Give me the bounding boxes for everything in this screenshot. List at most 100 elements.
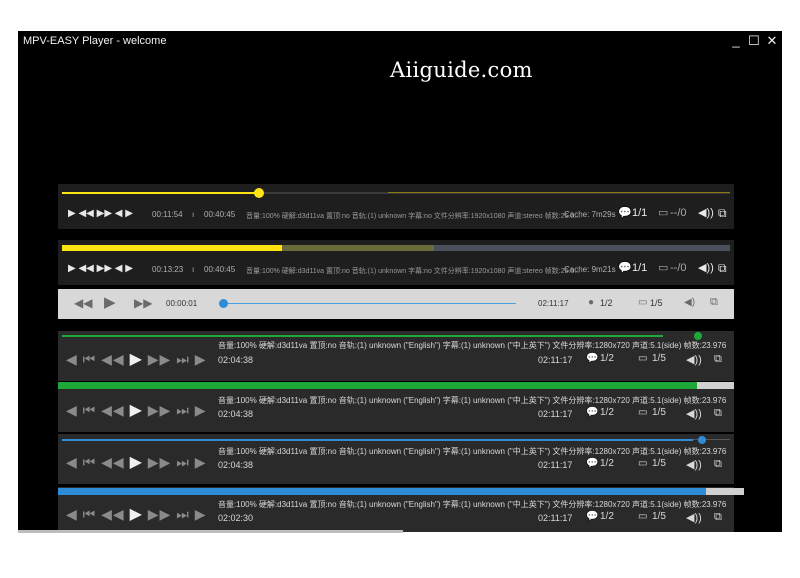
play-icon: ▶ [129, 506, 143, 523]
transport-controls[interactable]: ◀ ⏮ ◀◀ ▶ ▶▶ ⏭ ▶ [66, 400, 206, 420]
transport-controls[interactable]: ◀ ⏮ ◀◀ ▶ ▶▶ ⏭ ▶ [66, 349, 206, 369]
volume-icon[interactable]: ◀)) [686, 353, 702, 366]
title-bar: MPV-EASY Player - welcome [18, 31, 782, 51]
time-current: 02:04:38 [218, 409, 254, 419]
maximize-button[interactable]: ☐ [746, 31, 762, 51]
controller-skin-6: ◀ ⏮ ◀◀ ▶ ▶▶ ⏭ ▶ 音量:100% 硬解:d3d11va 置顶:no… [58, 434, 734, 484]
seek-fill [58, 488, 706, 495]
volume-icon[interactable]: ◀)) [698, 208, 714, 219]
time-total: 00:40:45 [204, 210, 236, 219]
seek-handle[interactable] [254, 188, 264, 198]
media-info: 音量:100% 硬解:d3d11va 置顶:no 音轨:(1) unknown … [246, 268, 581, 275]
seek-fill [62, 192, 256, 194]
time-separator: ı [192, 265, 195, 274]
time-current: 02:02:30 [218, 513, 254, 523]
time-total: 02:11:17 [538, 513, 573, 523]
volume-icon[interactable]: ◀)) [686, 511, 702, 524]
media-info: 音量:100% 硬解:d3d11va 置顶:no 音轨:(1) unknown … [218, 447, 727, 456]
transport-controls[interactable]: ◀ ⏮ ◀◀ ▶ ▶▶ ⏭ ▶ [66, 452, 206, 472]
screen-icon[interactable]: ⧉ [714, 458, 722, 471]
controller-skin-3: ◀◀ ▶ ▶▶ 00:00:01 02:11:17 ● 1/2 ▭ 1/5 ◀)… [58, 289, 734, 319]
time-total: 02:11:17 [538, 409, 573, 419]
transport-icons[interactable]: ▶ ◀◀ ▶▶ ◀ ▶ [68, 209, 133, 219]
cache-status: Cache: 9m21s [564, 265, 616, 274]
screen-icon[interactable]: ⧉ [714, 511, 722, 524]
time-total: 02:11:17 [538, 299, 569, 308]
track-icon[interactable]: ▭ [638, 408, 647, 418]
controller-skin-5: ◀ ⏮ ◀◀ ▶ ▶▶ ⏭ ▶ 音量:100% 硬解:d3d11va 置顶:no… [58, 382, 734, 432]
subtitle-count: 1/2 [600, 458, 614, 469]
track-icon[interactable]: ▭ [638, 298, 647, 308]
seek-handle[interactable] [698, 436, 706, 444]
buffer-track [388, 192, 730, 193]
time-separator: ı [192, 210, 195, 219]
subtitle-icon[interactable]: 💬 [586, 408, 598, 418]
volume-icon[interactable]: ◀) [684, 298, 695, 308]
play-icon: ▶ [129, 402, 143, 419]
track-icon[interactable]: ▭ [638, 354, 647, 364]
subtitle-icon[interactable]: 💬 [586, 459, 598, 469]
volume-icon[interactable]: ◀)) [686, 458, 702, 471]
transport-icons[interactable]: ▶ ◀◀ ▶▶ ◀ ▶ [68, 264, 133, 274]
subtitle-count: 1/2 [600, 298, 613, 308]
track-count: 1/5 [652, 407, 666, 418]
track-count: 1/5 [652, 353, 666, 364]
media-info: 音量:100% 硬解:d3d11va 置顶:no 音轨:(1) unknown … [218, 500, 727, 509]
seek-fill [62, 439, 693, 441]
subtitle-icon[interactable]: 💬 [586, 512, 598, 522]
screen-icon[interactable]: ⧉ [718, 262, 727, 274]
time-current: 02:04:38 [218, 355, 254, 365]
window-title: MPV-EASY Player - welcome [23, 35, 167, 47]
time-current: 00:11:54 [152, 210, 183, 219]
subtitle-count: 1/2 [600, 353, 614, 364]
seek-fill [62, 245, 282, 251]
subtitle-icon[interactable]: ● [588, 298, 594, 308]
subtitle-count: 1/2 [600, 511, 614, 522]
track-count: --/0 [670, 207, 687, 219]
track-icon[interactable]: ▭ [658, 208, 668, 219]
subtitle-count: 1/1 [632, 262, 648, 274]
horizontal-scrollbar[interactable] [18, 530, 403, 533]
controller-skin-7: ◀ ⏮ ◀◀ ▶ ▶▶ ⏭ ▶ 音量:100% 硬解:d3d11va 置顶:no… [58, 487, 744, 532]
track-count: --/0 [670, 262, 687, 274]
controller-skin-2: ▶ ◀◀ ▶▶ ◀ ▶ 00:13:23 ı 00:40:45 音量:100% … [58, 240, 734, 285]
screen-icon[interactable]: ⧉ [714, 353, 722, 366]
time-current: 02:04:38 [218, 460, 254, 470]
media-info: 音量:100% 硬解:d3d11va 置顶:no 音轨:(1) unknown … [246, 213, 581, 220]
track-count: 1/5 [652, 511, 666, 522]
track-count: 1/5 [650, 298, 663, 308]
controller-skin-1: ▶ ◀◀ ▶▶ ◀ ▶ 00:11:54 ı 00:40:45 音量:100% … [58, 184, 734, 229]
track-icon[interactable]: ▭ [658, 263, 668, 274]
track-icon[interactable]: ▭ [638, 459, 647, 469]
fast-forward-icon[interactable]: ▶▶ [134, 297, 152, 309]
cache-status: Cache: 7m29s [564, 210, 616, 219]
screen-icon[interactable]: ⧉ [714, 407, 722, 420]
volume-icon[interactable]: ◀)) [698, 263, 714, 274]
seek-fill [62, 335, 663, 337]
transport-controls[interactable]: ◀ ⏮ ◀◀ ▶ ▶▶ ⏭ ▶ [66, 504, 206, 524]
subtitle-count: 1/1 [632, 207, 648, 219]
screen-icon[interactable]: ⧉ [710, 297, 718, 308]
subtitle-icon[interactable]: 💬 [586, 354, 598, 364]
seek-track[interactable] [224, 303, 516, 304]
rewind-icon[interactable]: ◀◀ [74, 297, 92, 309]
close-button[interactable]: ✕ [764, 31, 780, 51]
track-count: 1/5 [652, 458, 666, 469]
play-icon: ▶ [129, 351, 143, 368]
subtitle-icon[interactable]: 💬 [618, 208, 632, 219]
minimize-button[interactable]: _ [728, 31, 744, 51]
time-total: 02:11:17 [538, 460, 573, 470]
watermark-text: Aiiguide.com [390, 58, 533, 82]
track-icon[interactable]: ▭ [638, 512, 647, 522]
volume-icon[interactable]: ◀)) [686, 407, 702, 420]
subtitle-icon[interactable]: 💬 [618, 263, 632, 274]
play-icon[interactable]: ▶ [104, 295, 116, 310]
subtitle-count: 1/2 [600, 407, 614, 418]
seek-fill [58, 382, 697, 389]
media-info: 音量:100% 硬解:d3d11va 置顶:no 音轨:(1) unknown … [218, 341, 727, 350]
screen-icon[interactable]: ⧉ [718, 207, 727, 219]
seek-handle[interactable] [694, 332, 702, 340]
seek-handle[interactable] [219, 299, 228, 308]
time-total: 02:11:17 [538, 355, 573, 365]
time-total: 00:40:45 [204, 265, 236, 274]
